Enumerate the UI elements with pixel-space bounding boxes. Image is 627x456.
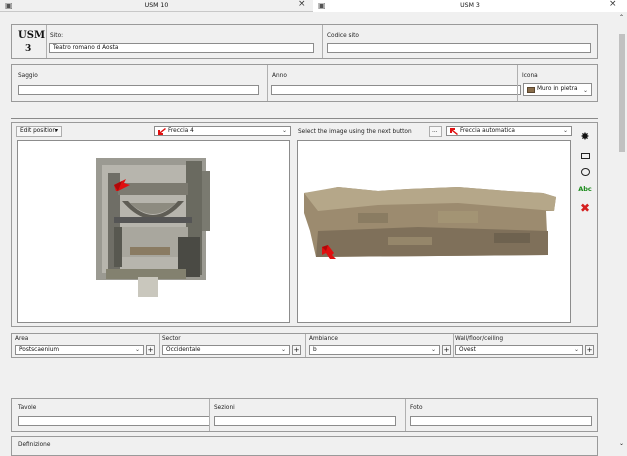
chevron-down-icon: ⌄ <box>134 346 140 353</box>
sector-select[interactable]: Occidentale ⌄ <box>162 345 290 355</box>
tab-usm-3-title: USM 3 <box>460 2 480 9</box>
caret-down-icon: ▾ <box>55 128 58 134</box>
select-image-hint: Select the image using the next button <box>298 129 412 135</box>
theatre-plan-image <box>96 158 210 297</box>
edit-position-button[interactable]: Edit position ▾ <box>16 126 62 137</box>
location-section: Area Postscaenium ⌄ + Sector Occidentale… <box>11 333 598 358</box>
add-wall-floor-ceiling-button[interactable]: + <box>585 345 594 355</box>
freccia-right-value: Freccia automatica <box>460 128 515 134</box>
vertical-scrollbar[interactable]: ⌃ ⌄ <box>617 12 627 450</box>
tab-usm-10-close-icon[interactable]: × <box>298 0 306 9</box>
text-tool-icon[interactable]: Abc <box>576 185 594 197</box>
sito-input[interactable]: Teatro romano d Aosta <box>49 43 314 53</box>
sector-label: Sector <box>162 336 181 342</box>
anno-label: Anno <box>272 73 287 79</box>
ambiance-label: Ambiance <box>309 336 338 342</box>
browse-image-button[interactable]: ... <box>429 126 442 137</box>
usm-label: USM <box>18 30 46 41</box>
add-ambiance-button[interactable]: + <box>442 345 451 355</box>
chevron-down-icon: ⌄ <box>280 346 286 353</box>
plan-image-box[interactable] <box>17 140 290 323</box>
divider <box>267 65 268 101</box>
area-value: Postscaenium <box>19 347 60 353</box>
tab-usm-10-title: USM 10 <box>144 2 169 9</box>
image-section: Edit position ▾ Freccia 4 ⌄ Select the i… <box>11 122 598 327</box>
tab-usm-3-close-icon[interactable]: × <box>609 0 617 9</box>
divider <box>209 399 210 431</box>
add-sector-button[interactable]: + <box>292 345 301 355</box>
chevron-down-icon: ⌄ <box>582 87 588 94</box>
tab-usm-10[interactable]: ▣ USM 10 × <box>0 0 313 12</box>
icona-value: Muro in pietra <box>537 86 578 92</box>
freccia-left-value: Freccia 4 <box>168 128 194 134</box>
scrollbar-thumb[interactable] <box>619 34 625 152</box>
arrow-icon <box>450 128 458 135</box>
definizione-label: Definizione <box>18 442 51 448</box>
wall-image-box[interactable] <box>297 140 571 323</box>
scroll-down-icon[interactable]: ⌄ <box>619 440 624 447</box>
tab-usm-3[interactable]: ▣ USM 3 × <box>313 0 627 12</box>
wall-floor-ceiling-label: Wall/floor/ceiling <box>455 336 504 342</box>
divider <box>159 334 160 357</box>
ambiance-select[interactable]: b ⌄ <box>309 345 440 355</box>
divider <box>405 399 406 431</box>
move-tool-icon[interactable]: ✸ <box>578 131 592 143</box>
chevron-down-icon: ⌄ <box>281 127 287 134</box>
foto-label: Foto <box>410 405 423 411</box>
tavole-input[interactable] <box>18 416 210 426</box>
divider <box>322 25 323 58</box>
chevron-down-icon: ⌄ <box>562 127 568 134</box>
add-area-button[interactable]: + <box>146 345 155 355</box>
chevron-down-icon: ⌄ <box>573 346 579 353</box>
header-section: USM 3 Sito: Teatro romano d Aosta Codice… <box>11 24 598 59</box>
sezioni-input[interactable] <box>214 416 396 426</box>
sito-label: Sito: <box>50 33 64 39</box>
ambiance-value: b <box>313 347 317 353</box>
wall-icon <box>527 87 535 93</box>
divider <box>46 25 47 58</box>
area-select[interactable]: Postscaenium ⌄ <box>15 345 144 355</box>
saggio-label: Saggio <box>18 73 38 79</box>
anno-input[interactable] <box>271 85 521 95</box>
separator <box>11 118 598 119</box>
usm-number: 3 <box>25 44 32 54</box>
sezioni-label: Sezioni <box>214 405 235 411</box>
scroll-up-icon[interactable]: ⌃ <box>619 14 624 21</box>
freccia-right-select[interactable]: Freccia automatica ⌄ <box>446 126 572 136</box>
divider <box>517 65 518 101</box>
saggio-anno-section: Saggio Anno Icona Muro in pietra ⌄ <box>11 64 598 102</box>
saggio-input[interactable] <box>18 85 259 95</box>
chevron-down-icon: ⌄ <box>430 346 436 353</box>
ellipse-tool-icon[interactable] <box>578 166 592 178</box>
freccia-left-select[interactable]: Freccia 4 ⌄ <box>154 126 291 136</box>
arrow-icon <box>158 128 166 135</box>
icona-select[interactable]: Muro in pietra ⌄ <box>523 83 592 96</box>
foto-input[interactable] <box>410 416 592 426</box>
wall-elevation-image <box>304 187 556 259</box>
sector-value: Occidentale <box>166 347 201 353</box>
wall-floor-ceiling-select[interactable]: Ovest ⌄ <box>455 345 583 355</box>
delete-icon[interactable]: ✖ <box>578 202 592 214</box>
definizione-section: Definizione <box>11 436 598 456</box>
icona-label: Icona <box>522 73 538 79</box>
edit-position-label: Edit position <box>20 128 57 134</box>
divider <box>453 334 454 357</box>
codice-sito-label: Codice sito <box>327 33 359 39</box>
wall-floor-ceiling-value: Ovest <box>459 347 476 353</box>
tavole-label: Tavole <box>18 405 37 411</box>
divider <box>305 334 306 357</box>
rectangle-tool-icon[interactable] <box>578 150 592 162</box>
tavole-sezioni-foto-section: Tavole Sezioni Foto <box>11 398 598 432</box>
area-label: Area <box>15 336 29 342</box>
codice-sito-input[interactable] <box>327 43 591 53</box>
